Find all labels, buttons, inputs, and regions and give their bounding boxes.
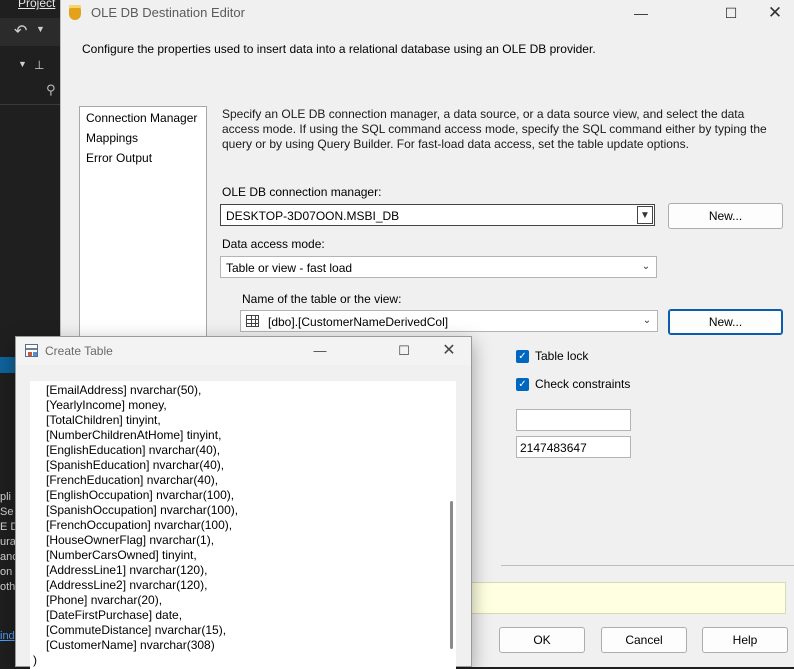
undo-icon[interactable]: ↶ — [14, 21, 27, 41]
table-lock-checkbox[interactable]: ✓ — [516, 350, 529, 363]
nav-mappings[interactable]: Mappings — [86, 131, 138, 145]
sql-line: [YearlyIncome] money, — [46, 398, 167, 412]
sql-line: [AddressLine2] nvarchar(120), — [46, 578, 208, 592]
sql-editor[interactable]: [EmailAddress] nvarchar(50), [YearlyInco… — [30, 381, 456, 669]
window-title: OLE DB Destination Editor — [91, 5, 245, 20]
sql-line: [Phone] nvarchar(20), — [46, 593, 163, 607]
sql-line: [TotalChildren] tinyint, — [46, 413, 161, 427]
create-table-title: Create Table — [45, 344, 113, 358]
table-icon — [246, 315, 259, 327]
sql-line: [EmailAddress] nvarchar(50), — [46, 383, 202, 397]
sql-line: [CommuteDistance] nvarchar(15), — [46, 623, 227, 637]
ide-link[interactable]: ind — [0, 630, 15, 642]
cancel-button[interactable]: Cancel — [601, 627, 687, 653]
access-mode-select[interactable]: Table or view - fast load ⌄ — [220, 256, 657, 278]
search-icon[interactable]: ⚲ — [46, 82, 56, 98]
sql-line: [NumberChildrenAtHome] tinyint, — [46, 428, 222, 442]
max-insert-commit-input[interactable]: 2147483647 — [516, 436, 631, 458]
message-bar — [466, 582, 786, 614]
sql-line: [DateFirstPurchase] date, — [46, 608, 183, 622]
ok-button[interactable]: OK — [499, 627, 585, 653]
maximize-button[interactable]: ☐ — [384, 340, 424, 362]
sql-closing-paren: ) — [33, 653, 37, 667]
chevron-down-icon[interactable]: ⌄ — [639, 313, 655, 329]
new-table-button[interactable]: New... — [668, 309, 783, 335]
maximize-button[interactable]: ☐ — [711, 2, 751, 24]
connection-manager-select[interactable]: DESKTOP-3D07OON.MSBI_DB ▼ — [220, 204, 655, 226]
sql-line: [EnglishOccupation] nvarchar(100), — [46, 488, 235, 502]
connection-manager-label: OLE DB connection manager: — [222, 185, 382, 199]
check-constraints-checkbox[interactable]: ✓ — [516, 378, 529, 391]
chevron-down-icon[interactable]: ⌄ — [638, 259, 654, 275]
rows-per-batch-input[interactable] — [516, 409, 631, 431]
sql-line: [AddressLine1] nvarchar(120), — [46, 563, 208, 577]
dropdown-icon[interactable]: ▼ — [18, 59, 27, 69]
create-table-title-bar: Create Table — ☐ ✕ — [16, 337, 471, 365]
table-lock-label: Table lock — [535, 349, 589, 363]
ssis-app-icon — [69, 5, 81, 20]
dialog-description: Configure the properties used to insert … — [82, 42, 596, 56]
sql-line: [FrenchEducation] nvarchar(40), — [46, 473, 219, 487]
chevron-down-icon[interactable]: ▼ — [36, 24, 45, 34]
close-button[interactable]: ✕ — [429, 340, 469, 362]
sql-line: [HouseOwnerFlag] nvarchar(1), — [46, 533, 215, 547]
section-description: Specify an OLE DB connection manager, a … — [222, 107, 767, 151]
sql-line: [FrenchOccupation] nvarchar(100), — [46, 518, 233, 532]
divider — [501, 565, 794, 566]
panel-header: ▼ ⊥ — [0, 58, 60, 78]
help-button[interactable]: Help — [702, 627, 788, 653]
menu-project[interactable]: Project — [18, 0, 55, 10]
table-name-value: [dbo].[CustomerNameDerivedCol] — [268, 315, 449, 329]
minimize-button[interactable]: — — [300, 340, 340, 362]
sql-line: [NumberCarsOwned] tinyint, — [46, 548, 197, 562]
nav-error-output[interactable]: Error Output — [86, 151, 152, 165]
sql-line: [SpanishEducation] nvarchar(40), — [46, 458, 225, 472]
divider — [0, 104, 60, 105]
title-bar: OLE DB Destination Editor — ☐ ✕ — [61, 0, 794, 26]
pin-icon[interactable]: ⊥ — [34, 58, 44, 72]
table-name-label: Name of the table or the view: — [242, 292, 402, 306]
nav-connection-manager[interactable]: Connection Manager — [86, 111, 197, 125]
close-button[interactable]: ✕ — [755, 2, 794, 24]
scrollbar-thumb[interactable] — [450, 501, 453, 649]
access-mode-label: Data access mode: — [222, 237, 325, 251]
sql-line: [EnglishEducation] nvarchar(40), — [46, 443, 221, 457]
check-constraints-label: Check constraints — [535, 377, 631, 391]
minimize-button[interactable]: — — [621, 2, 661, 24]
connection-manager-value: DESKTOP-3D07OON.MSBI_DB — [226, 209, 400, 223]
chevron-down-icon[interactable]: ▼ — [637, 206, 653, 224]
create-table-window: Create Table — ☐ ✕ [EmailAddress] nvarch… — [15, 336, 472, 669]
ide-toolbar: ↶ ▼ — [0, 18, 60, 46]
sql-line: [SpanishOccupation] nvarchar(100), — [46, 503, 239, 517]
access-mode-value: Table or view - fast load — [226, 261, 353, 275]
selected-row[interactable] — [0, 357, 16, 373]
side-nav: Connection Manager Mappings Error Output — [79, 106, 207, 366]
table-name-select[interactable]: [dbo].[CustomerNameDerivedCol] ⌄ — [240, 310, 658, 332]
create-table-icon — [25, 344, 38, 357]
sql-line: [CustomerName] nvarchar(308) — [46, 638, 215, 652]
new-connection-button[interactable]: New... — [668, 203, 783, 229]
